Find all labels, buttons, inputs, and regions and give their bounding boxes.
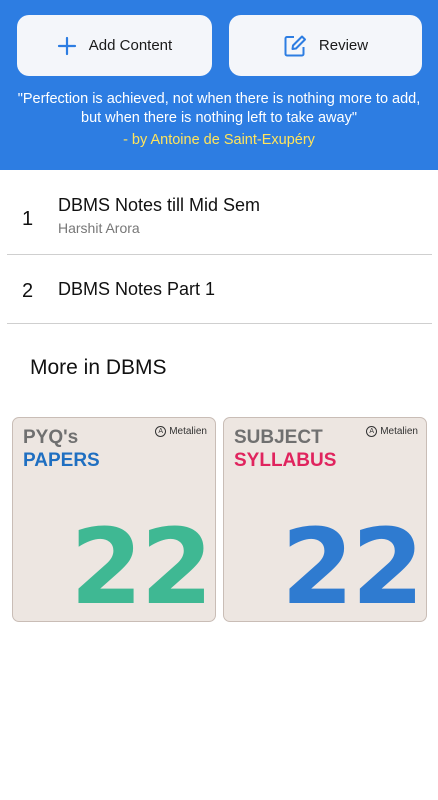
brand-logo: A Metalien: [366, 426, 418, 437]
add-content-button[interactable]: Add Content: [17, 15, 212, 76]
list-item-author: Harshit Arora: [58, 220, 140, 236]
list-item-number: 1: [22, 208, 34, 230]
card-line2: SYLLABUS: [234, 450, 337, 471]
add-content-label: Add Content: [88, 37, 173, 54]
edit-icon: [283, 34, 307, 58]
plus-icon: [57, 36, 77, 56]
quote-text: "Perfection is achieved, not when there …: [17, 91, 421, 126]
card-big-number: 22: [70, 506, 213, 622]
pyq-papers-card[interactable]: PYQ's PAPERS A Metalien 22: [12, 417, 216, 622]
card-big-number: 22: [281, 506, 424, 622]
review-button[interactable]: Review: [229, 15, 422, 76]
card-line2: PAPERS: [23, 450, 100, 471]
brand-name: Metalien: [380, 426, 418, 437]
brand-name: Metalien: [169, 426, 207, 437]
list-item-1[interactable]: 1 DBMS Notes till Mid Sem Harshit Arora: [7, 170, 432, 255]
review-label: Review: [318, 37, 369, 54]
more-section-title: More in DBMS: [30, 356, 167, 379]
card-line1: SUBJECT: [234, 427, 323, 448]
list-item-2[interactable]: 2 DBMS Notes Part 1: [7, 255, 432, 324]
card-line1: PYQ's: [23, 427, 79, 448]
list-item-title: DBMS Notes Part 1: [58, 279, 216, 299]
brand-logo: A Metalien: [155, 426, 207, 437]
list-item-number: 2: [22, 280, 34, 302]
list-item-title: DBMS Notes till Mid Sem: [58, 195, 261, 215]
subject-syllabus-card[interactable]: SUBJECT SYLLABUS A Metalien 22: [223, 417, 427, 622]
brand-mark-icon: A: [366, 426, 378, 437]
quote-author: - by Antoine de Saint-Exupéry: [123, 132, 315, 148]
brand-mark-icon: A: [155, 426, 167, 437]
header-banner: Add Content Review "Perfection is achiev…: [0, 0, 438, 170]
